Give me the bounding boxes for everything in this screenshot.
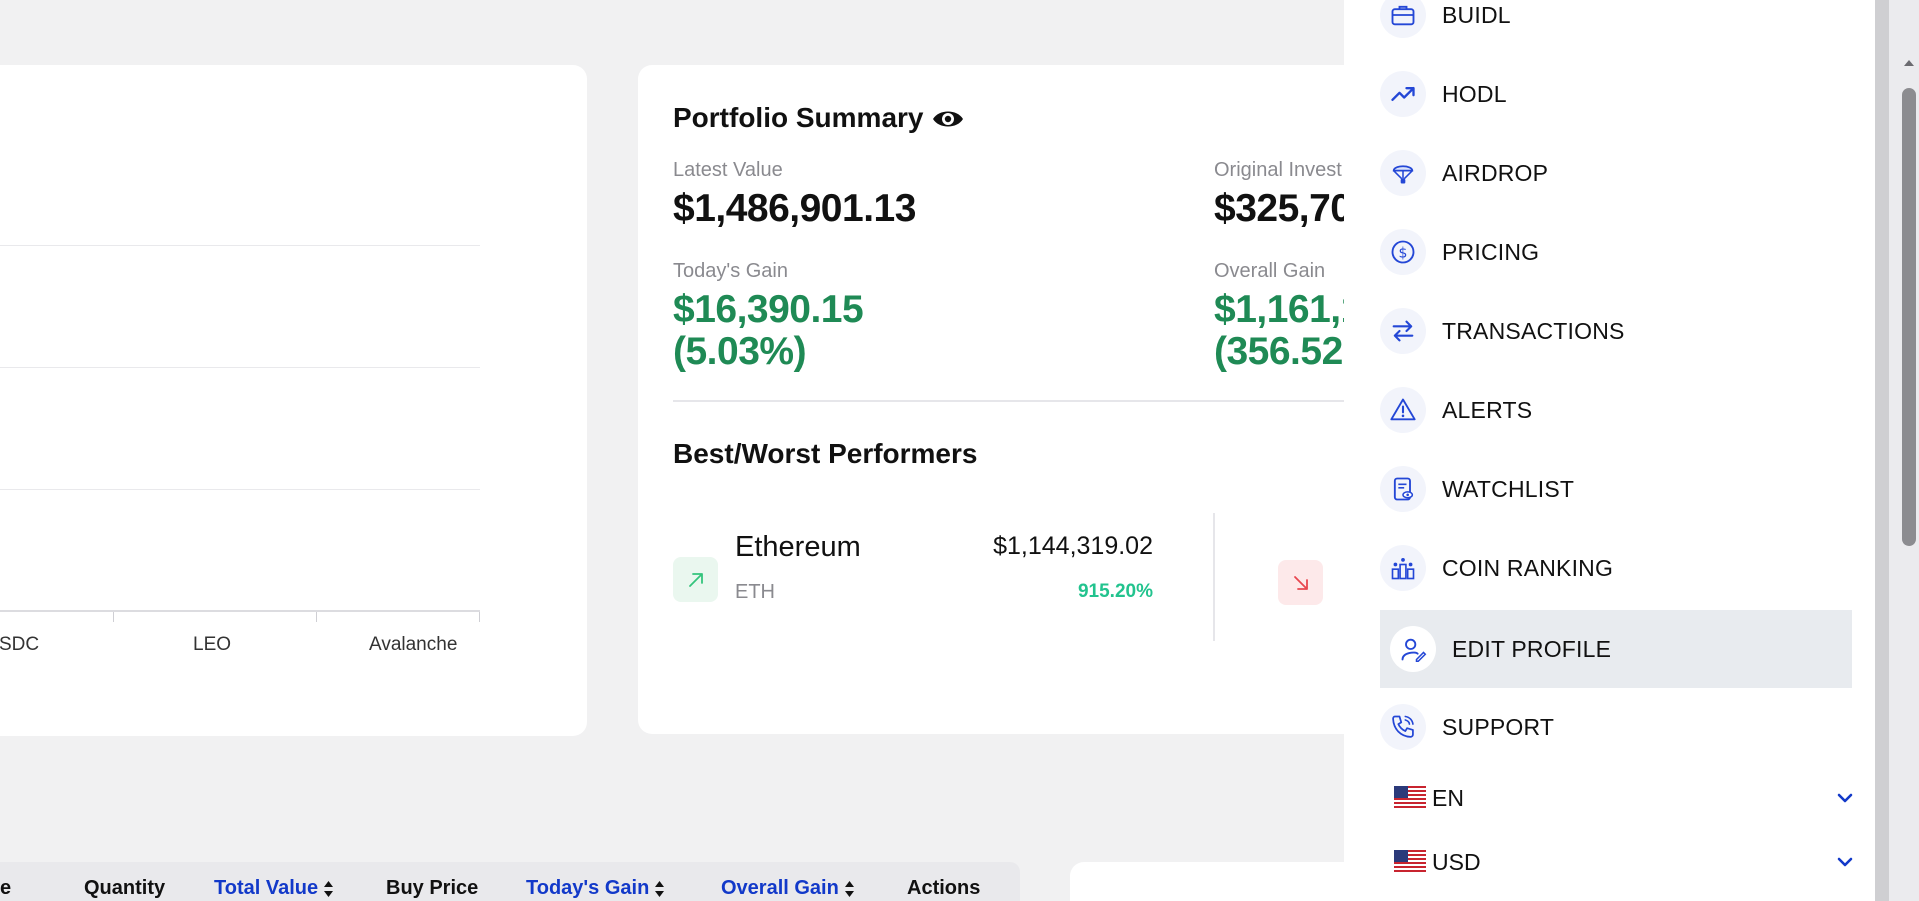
sort-icon (844, 880, 855, 898)
overall-gain-percent: (356.52 (1214, 330, 1343, 373)
menu-item-pricing[interactable]: $ PRICING (1380, 213, 1852, 291)
performers-divider (1213, 513, 1215, 641)
allocation-chart-card: SDC LEO Avalanche (0, 65, 587, 736)
column-header-todays-gain-label: Today's Gain (526, 877, 650, 899)
holdings-table-header: e Quantity Total Value Buy Price Today's… (0, 862, 1020, 901)
best-performer-percent: 915.20% (1077, 581, 1153, 602)
watchlist-eye-icon (1380, 466, 1426, 512)
todays-gain-percent: (5.03%) (673, 330, 807, 373)
menu-item-buidl[interactable]: BUIDL (1380, 0, 1852, 54)
menu-label: AIRDROP (1442, 159, 1549, 186)
column-header-overall-gain-label: Overall Gain (721, 877, 839, 899)
menu-label: PRICING (1442, 238, 1540, 265)
chevron-down-icon[interactable] (1836, 791, 1854, 805)
parachute-icon (1380, 150, 1426, 196)
side-panel-card (1070, 862, 1370, 901)
column-header-total-value[interactable]: Total Value (214, 877, 334, 900)
best-performer-row[interactable]: Ethereum ETH $1,144,319.02 915.20% (673, 515, 1153, 645)
eye-icon[interactable] (931, 106, 965, 130)
section-divider (673, 400, 1393, 402)
column-header-overall-gain[interactable]: Overall Gain (721, 877, 855, 900)
column-header-todays-gain[interactable]: Today's Gain (526, 877, 665, 900)
best-worst-performers-title: Best/Worst Performers (673, 438, 978, 469)
menu-label: ALERTS (1442, 396, 1533, 423)
language-value: EN (1432, 784, 1464, 811)
column-header-buy-price-label: Buy Price (386, 877, 479, 899)
briefcase-icon (1380, 0, 1426, 38)
chart-x-label: LEO (193, 634, 232, 655)
menu-label: EDIT PROFILE (1452, 635, 1612, 662)
menu-label: TRANSACTIONS (1442, 317, 1625, 344)
currency-selector[interactable]: USD (1394, 842, 1854, 882)
svg-text:$: $ (1399, 245, 1408, 261)
column-header-actions: Actions (907, 877, 980, 900)
chart-x-label: SDC (0, 634, 40, 655)
todays-gain-amount: $16,390.15 (673, 288, 864, 331)
chart-x-tick (113, 612, 114, 622)
language-selector[interactable]: EN (1394, 778, 1854, 818)
portfolio-summary-card: Portfolio Summary Latest Value $1,486,90… (638, 65, 1398, 734)
best-performer-value: $1,144,319.02 (993, 532, 1153, 560)
currency-value: USD (1432, 848, 1481, 875)
us-flag-icon (1394, 786, 1426, 810)
column-header-name-label: e (0, 877, 12, 899)
original-investment-label: Original Invest (1214, 159, 1342, 181)
column-header-quantity-label: Quantity (84, 877, 166, 899)
column-header-quantity: Quantity (84, 877, 165, 900)
menu-item-watchlist[interactable]: WATCHLIST (1380, 450, 1852, 528)
chart-x-label: Avalanche (369, 634, 458, 655)
menu-label: SUPPORT (1442, 713, 1555, 740)
menu-item-edit-profile[interactable]: EDIT PROFILE (1380, 610, 1852, 688)
todays-gain-label: Today's Gain (673, 260, 788, 282)
menu-item-hodl[interactable]: HODL (1380, 55, 1852, 133)
portfolio-summary-heading: Portfolio Summary (673, 102, 924, 133)
phone-support-icon (1380, 704, 1426, 750)
chevron-down-icon[interactable] (1836, 855, 1854, 869)
chart-x-tick (479, 612, 480, 622)
chart-x-axis (0, 610, 480, 612)
scroll-up-arrow-icon[interactable] (1903, 55, 1915, 66)
dollar-circle-icon: $ (1380, 229, 1426, 275)
ranking-bars-icon (1380, 545, 1426, 591)
chart-gridline (0, 245, 480, 246)
trending-up-icon (1380, 71, 1426, 117)
sort-icon (654, 880, 665, 898)
portfolio-summary-title: Portfolio Summary (673, 102, 965, 134)
menu-label: HODL (1442, 80, 1507, 107)
arrow-down-right-icon (1278, 560, 1323, 605)
menu-item-transactions[interactable]: TRANSACTIONS (1380, 292, 1852, 370)
arrow-up-right-icon (673, 557, 718, 602)
menu-item-alerts[interactable]: ALERTS (1380, 371, 1852, 449)
warning-triangle-icon (1380, 387, 1426, 433)
column-header-buy-price: Buy Price (386, 877, 478, 900)
column-header-name: e (0, 877, 11, 900)
navigation-drawer: BUIDL HODL AIRDROP $ PRICING TRANSACTION… (1344, 0, 1875, 901)
column-header-actions-label: Actions (907, 877, 981, 899)
menu-item-airdrop[interactable]: AIRDROP (1380, 134, 1852, 212)
user-edit-icon (1390, 626, 1436, 672)
sort-icon (323, 880, 334, 898)
menu-label: WATCHLIST (1442, 475, 1575, 502)
us-flag-icon (1394, 850, 1426, 874)
chart-x-tick (316, 612, 317, 622)
menu-item-coin-ranking[interactable]: COIN RANKING (1380, 529, 1852, 607)
overall-gain-label: Overall Gain (1214, 260, 1326, 282)
scrollbar-thumb[interactable] (1902, 88, 1916, 546)
latest-value-label: Latest Value (673, 159, 783, 181)
column-header-total-value-label: Total Value (214, 877, 319, 899)
original-investment-value: $325,70 (1214, 187, 1352, 230)
best-performer-name: Ethereum (735, 531, 861, 563)
menu-label: BUIDL (1442, 1, 1511, 28)
chart-gridline (0, 489, 480, 490)
best-performer-symbol: ETH (735, 581, 775, 603)
menu-label: COIN RANKING (1442, 554, 1614, 581)
menu-item-support[interactable]: SUPPORT (1380, 688, 1852, 766)
latest-value: $1,486,901.13 (673, 187, 916, 230)
swap-arrows-icon (1380, 308, 1426, 354)
drawer-scroll-edge (1875, 0, 1889, 901)
chart-gridline (0, 367, 480, 368)
